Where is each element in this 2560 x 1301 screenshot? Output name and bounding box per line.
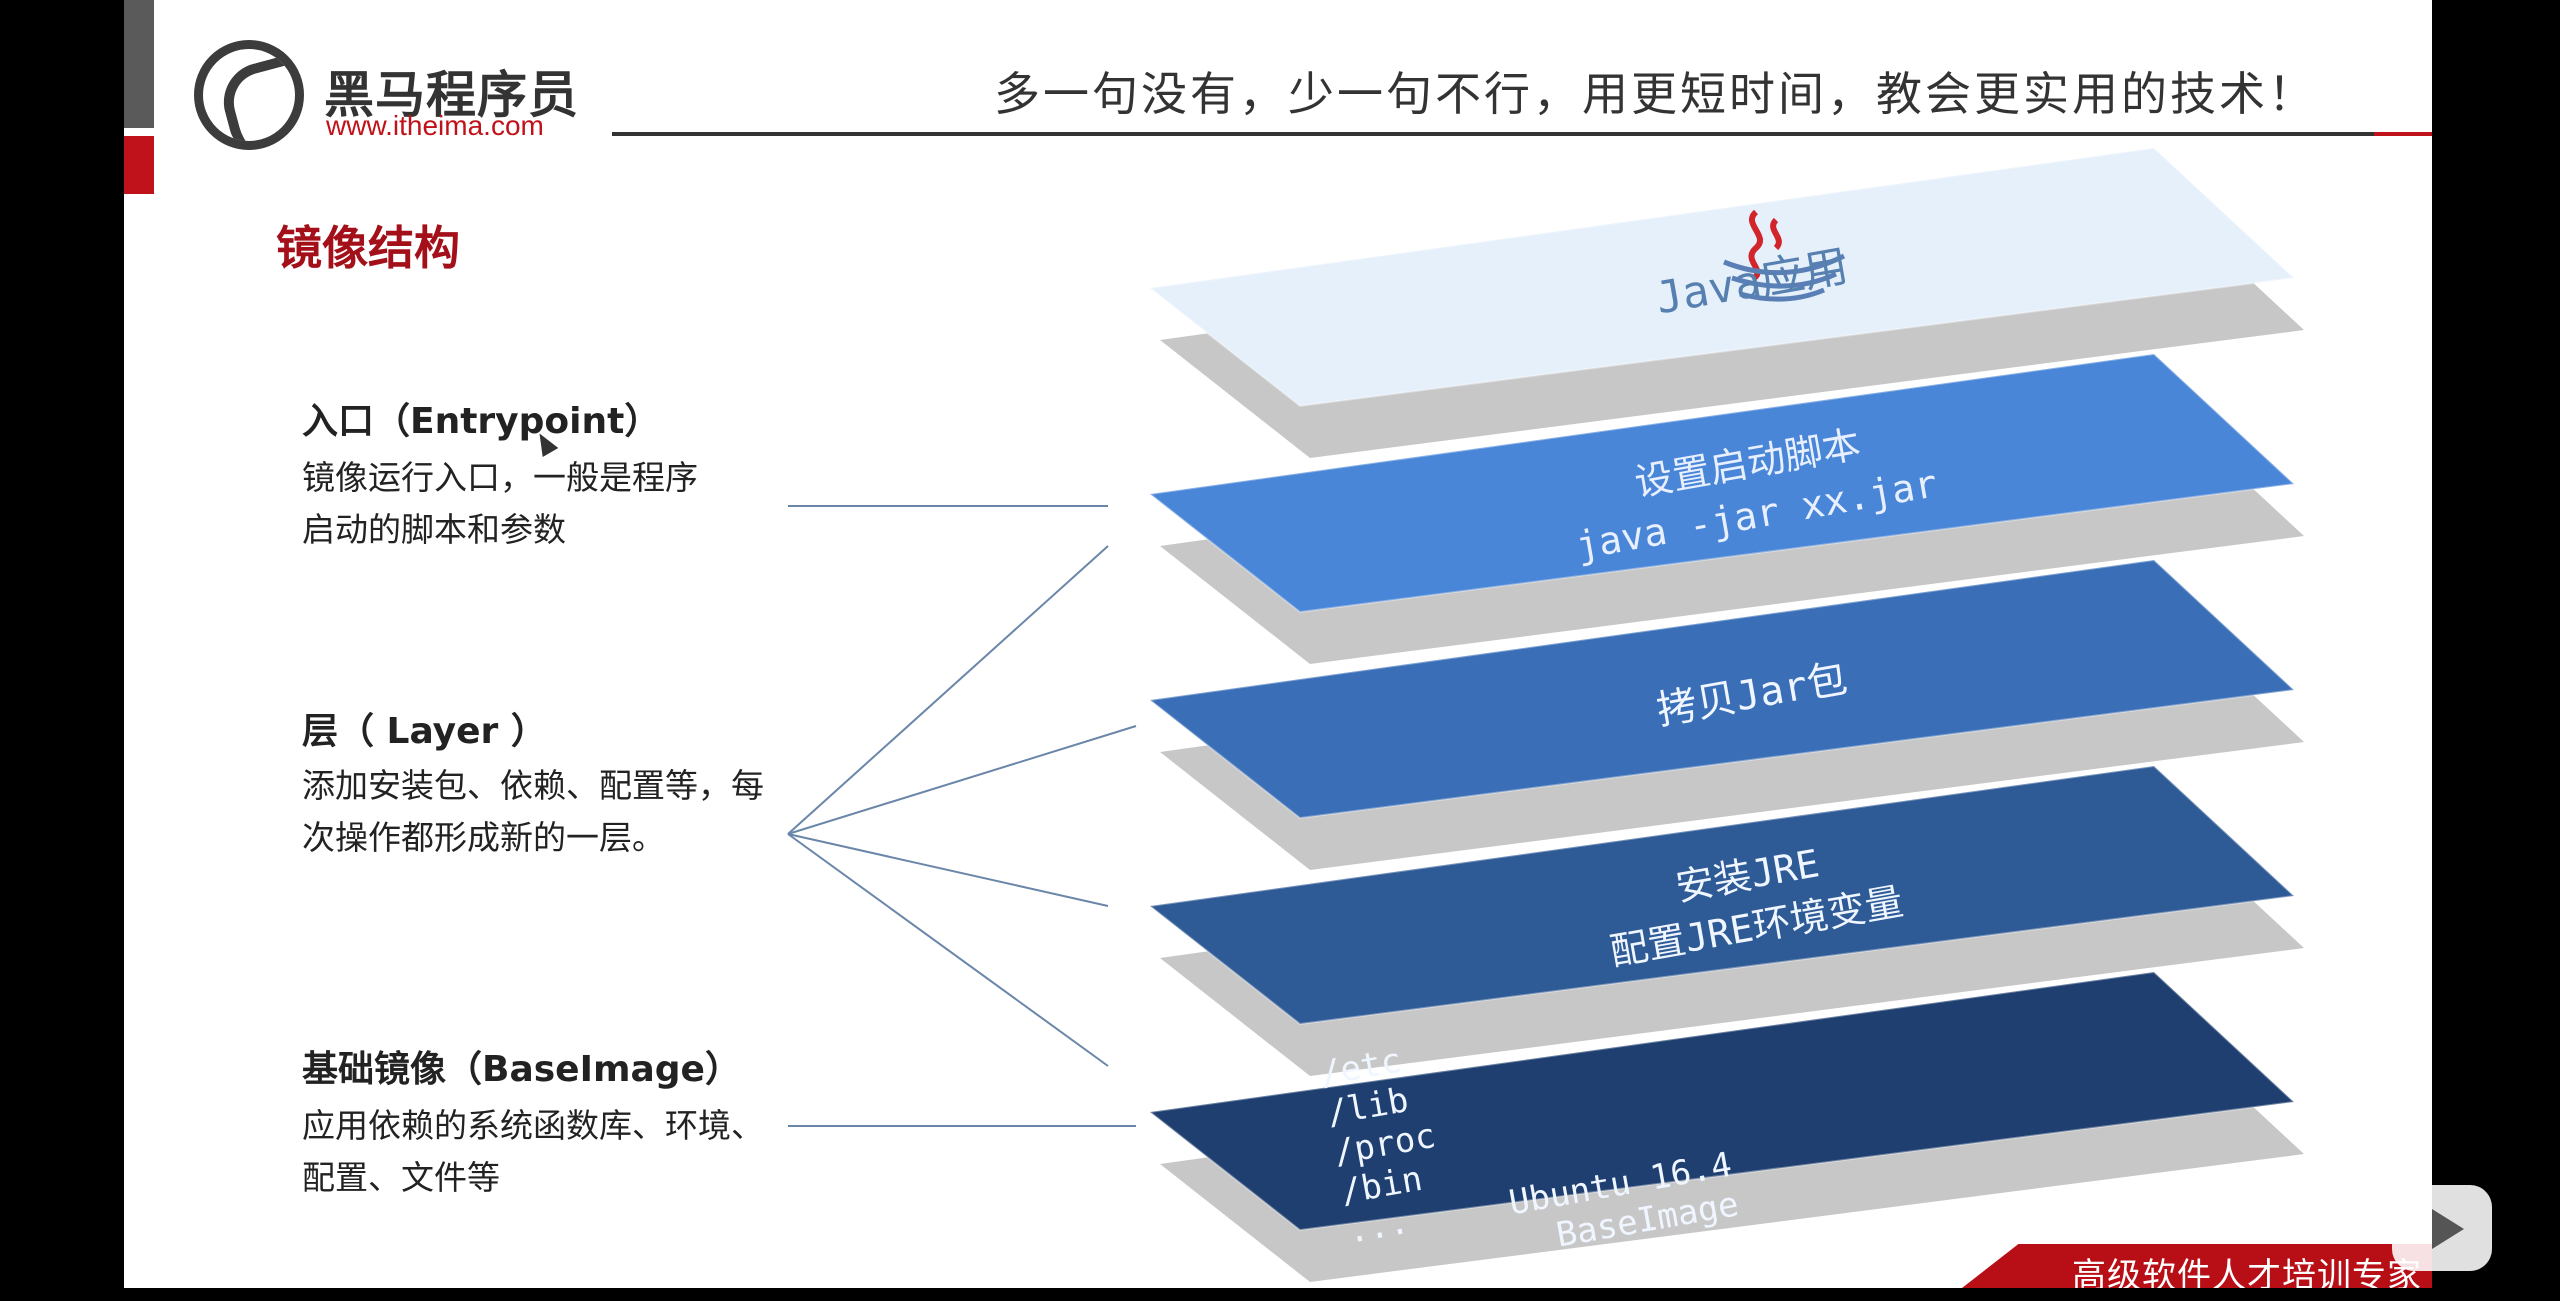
play-icon[interactable] bbox=[2392, 1185, 2492, 1271]
slide: 黑马程序员 www.itheima.com 多一句没有，少一句不行，用更短时间，… bbox=[124, 0, 2432, 1288]
footer-badge-text: 高级软件人才培训专家 bbox=[2072, 1256, 2422, 1288]
